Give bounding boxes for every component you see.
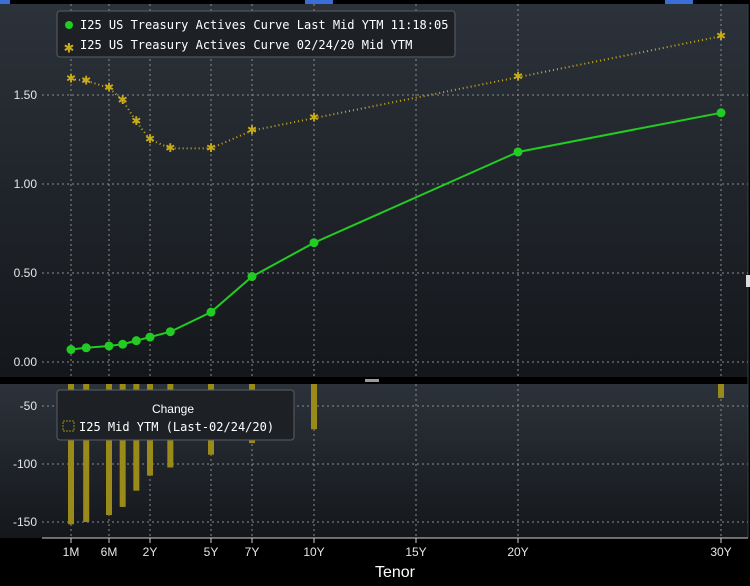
legend-marker-circle (65, 21, 73, 29)
x-tick-label: 5Y (204, 545, 219, 559)
x-tick-label: 30Y (710, 545, 731, 559)
lower-legend-title: Change (152, 402, 194, 416)
series-last-marker (118, 339, 128, 349)
legend-marker-asterisk: ✱ (64, 42, 75, 57)
x-tick-label: 2Y (143, 545, 158, 559)
series-prior-marker: ✱ (247, 123, 257, 137)
series-last-marker (104, 341, 114, 351)
upper-panel (0, 4, 748, 377)
y-tick-label: 0.00 (14, 355, 38, 369)
series-last-marker (309, 238, 319, 248)
series-prior-marker: ✱ (309, 111, 319, 125)
x-tick-label: 20Y (507, 545, 528, 559)
tab-indicator-3 (665, 0, 693, 4)
x-tick-label: 15Y (405, 545, 426, 559)
x-axis-label: Tenor (375, 564, 416, 581)
yield-curve-chart: 0.000.501.001.50 -50-100-150 ✱ ✱✱✱✱✱✱ ✱✱✱✱… (0, 0, 750, 581)
y-tick-label: 1.00 (14, 177, 38, 191)
series-last-marker (81, 343, 91, 353)
series-last-marker (145, 332, 155, 342)
legend-series-last: I25 US Treasury Actives Curve Last Mid Y… (80, 18, 448, 32)
tab-indicator-2 (305, 0, 333, 4)
panel-resize-handle[interactable] (365, 379, 379, 382)
y-tick-label: 1.50 (14, 88, 38, 102)
right-scroll-marker[interactable] (746, 275, 750, 287)
bloomberg-chart-window: 0.00 0.50 1.00 1.50 -50 -100 -150 ✱ ✱ ✱ ✱ ✱ ✱ ✱ ✱ ✱ ✱ ✱… (0, 0, 750, 586)
tab-indicator-1 (0, 0, 10, 4)
series-last-marker (131, 336, 141, 346)
x-tick-label: 1M (63, 545, 80, 559)
series-prior-marker: ✱ (104, 80, 114, 94)
series-prior-marker: ✱ (145, 132, 155, 146)
series-prior-marker: ✱ (513, 70, 523, 84)
y-tick-label: -50 (20, 399, 38, 413)
x-axis: 1M 6M 2Y 5Y 7Y 10Y 15Y 20Y 30Y (63, 538, 732, 559)
legend-series-prior: I25 US Treasury Actives Curve 02/24/20 M… (80, 38, 412, 52)
series-prior-marker: ✱ (131, 114, 141, 128)
series-prior-marker: ✱ (66, 71, 76, 85)
series-prior-marker: ✱ (716, 29, 726, 43)
series-last-marker (247, 272, 257, 282)
series-last-marker (165, 327, 175, 337)
change-bar (718, 384, 724, 398)
series-last-marker (66, 345, 76, 355)
series-last-marker (206, 307, 216, 317)
change-bar (311, 384, 317, 430)
x-tick-label: 10Y (303, 545, 324, 559)
x-tick-label: 7Y (245, 545, 260, 559)
series-prior-marker: ✱ (81, 73, 91, 87)
legend-change-series: I25 Mid YTM (Last-02/24/20) (79, 420, 274, 434)
x-tick-label: 6M (101, 545, 118, 559)
series-prior-marker: ✱ (165, 141, 175, 155)
upper-legend[interactable]: ✱ I25 US Treasury Actives Curve Last Mid… (56, 10, 456, 58)
y-tick-label: -150 (13, 515, 37, 529)
y-tick-label: 0.50 (14, 266, 38, 280)
series-last-marker (513, 147, 523, 157)
y-tick-label: -100 (13, 457, 37, 471)
series-prior-marker: ✱ (118, 93, 128, 107)
series-last-marker (716, 108, 726, 118)
lower-legend[interactable]: Change I25 Mid YTM (Last-02/24/20) (56, 389, 295, 441)
series-prior-marker: ✱ (206, 141, 216, 155)
